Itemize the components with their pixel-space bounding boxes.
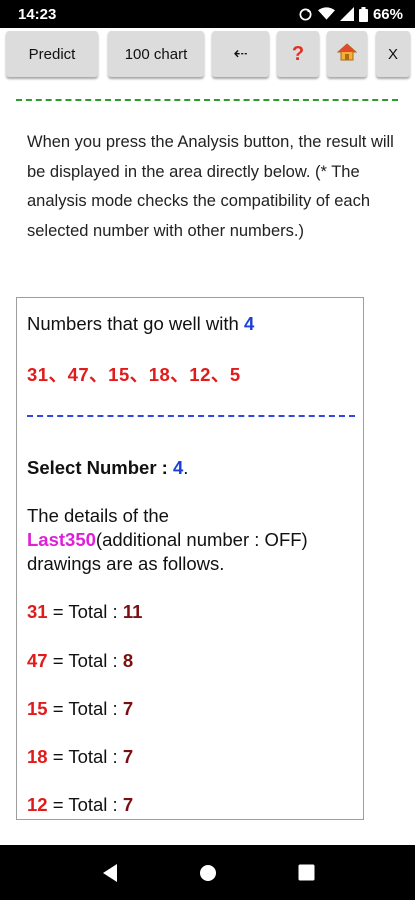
toolbar: Predict 100 chart ⇠ ? X — [0, 28, 415, 84]
last-draw-label: Last350 — [27, 529, 96, 550]
total-row: 15 = Total : 7 — [27, 698, 133, 720]
home-button[interactable] — [327, 31, 367, 77]
total-row-number: 31 — [27, 601, 48, 622]
predict-button[interactable]: Predict — [6, 31, 98, 77]
result-panel[interactable]: Numbers that go well with 4 31、47、15、18、… — [16, 297, 364, 820]
close-button[interactable]: X — [376, 31, 410, 77]
question-icon: ? — [291, 42, 305, 65]
total-row: 47 = Total : 8 — [27, 650, 133, 672]
select-label: Select Number : — [27, 457, 173, 478]
select-number-line: Select Number : 4. — [27, 457, 188, 479]
details-line-3: drawings are as follows. — [27, 553, 225, 574]
selected-number: 4 — [243, 313, 255, 334]
home-icon — [336, 43, 358, 65]
sync-icon — [298, 7, 313, 22]
total-row-value: 7 — [122, 746, 134, 767]
total-row-separator: = Total : — [47, 650, 123, 671]
select-suffix: . — [183, 457, 189, 478]
total-row-value: 8 — [122, 650, 134, 671]
back-button[interactable]: ⇠ — [212, 31, 269, 77]
select-number: 4 — [173, 457, 184, 478]
help-button[interactable]: ? — [277, 31, 319, 77]
divider-blue — [27, 415, 355, 417]
app-screen: 14:23 66% Predict 100 chart ⇠ ? X When y… — [0, 0, 415, 900]
total-row: 12 = Total : 7 — [27, 794, 133, 816]
chart-button[interactable]: 100 chart — [108, 31, 204, 77]
go-well-heading: Numbers that go well with 4 — [27, 313, 254, 335]
total-row-number: 15 — [27, 698, 48, 719]
total-row-separator: = Total : — [47, 601, 123, 622]
details-line-2: Last350(additional number : OFF) — [27, 529, 308, 551]
navigation-bar — [0, 845, 415, 900]
wifi-icon — [317, 7, 335, 21]
signal-icon — [339, 7, 354, 21]
total-row-number: 47 — [27, 650, 48, 671]
intro-text: When you press the Analysis button, the … — [27, 133, 394, 240]
total-row-number: 12 — [27, 794, 48, 815]
total-row-value: 7 — [122, 794, 134, 815]
battery-percentage: 66% — [372, 5, 403, 23]
status-icons: 66% — [298, 6, 403, 23]
total-row-separator: = Total : — [47, 698, 123, 719]
status-time: 14:23 — [18, 5, 57, 23]
battery-icon — [358, 6, 368, 22]
additional-number-note: (additional number : OFF) — [95, 529, 308, 550]
go-well-prefix: Numbers that go well with — [27, 313, 244, 334]
details-line-1: The details of the — [27, 505, 169, 526]
total-row-number: 18 — [27, 746, 48, 767]
total-row-value: 11 — [122, 601, 143, 622]
total-row-separator: = Total : — [47, 794, 123, 815]
nav-recents-icon[interactable] — [298, 864, 315, 886]
divider-green — [16, 99, 398, 101]
status-bar: 14:23 66% — [0, 0, 415, 28]
nav-home-icon[interactable] — [198, 863, 218, 888]
total-row-separator: = Total : — [47, 746, 123, 767]
back-arrow-icon: ⇠ — [233, 44, 248, 63]
total-row: 31 = Total : 11 — [27, 601, 142, 623]
nav-back-icon[interactable] — [101, 863, 119, 888]
compatible-numbers: 31、47、15、18、12、5 — [27, 364, 241, 385]
total-row-value: 7 — [122, 698, 134, 719]
total-row: 18 = Total : 7 — [27, 746, 133, 768]
